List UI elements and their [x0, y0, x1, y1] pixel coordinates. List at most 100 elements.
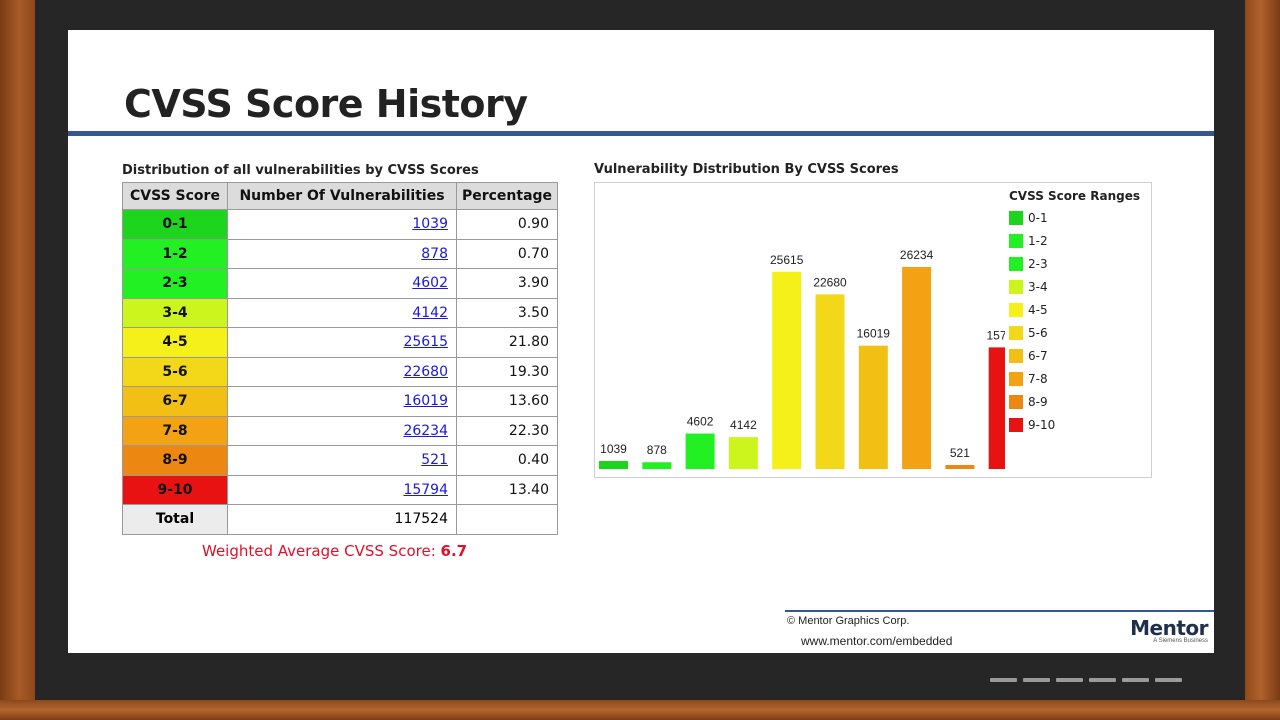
chart-container: 1039 878 4602 4142 25615 22680 16019 26234 521 15… [594, 182, 1152, 478]
vulnerability-count-cell: 521 [227, 445, 457, 476]
percentage-cell: 3.90 [456, 268, 558, 299]
vulnerability-count-cell: 15794 [227, 474, 457, 505]
header-percentage: Percentage [456, 182, 558, 210]
chart-bar-2-3 [685, 433, 715, 469]
chart-legend: CVSS Score Ranges 0-1 1-2 2-3 3-4 4-5 5-6 6-7 7… [1009, 189, 1140, 436]
score-range-cell: 9-10 [122, 474, 228, 505]
mentor-logo: Mentor A Siemens Business [1108, 616, 1208, 644]
percentage-cell: 19.30 [456, 356, 558, 387]
weighted-average-value: 6.7 [440, 542, 468, 560]
legend-item: 3-4 [1009, 275, 1140, 298]
legend-title: CVSS Score Ranges [1009, 189, 1141, 203]
table-row: 5-6 22680 19.30 [122, 356, 558, 387]
progress-dash [990, 678, 1017, 682]
vulnerability-count-cell: 4142 [227, 297, 457, 328]
chart-data-label: 26234 [900, 248, 934, 262]
chart-data-label: 878 [647, 443, 667, 457]
legend-swatch [1009, 371, 1023, 386]
vulnerability-count-link[interactable]: 25615 [403, 334, 448, 350]
legend-swatch [1009, 256, 1023, 271]
table-row: 9-10 15794 13.40 [122, 474, 558, 505]
table-total-row: Total 117524 [122, 504, 558, 535]
slide-progress-dashes [990, 678, 1182, 682]
vulnerability-count-link[interactable]: 878 [421, 246, 448, 262]
score-range-cell: 0-1 [122, 209, 228, 240]
copyright-text: © Mentor Graphics Corp. [787, 615, 910, 627]
vulnerability-count-link[interactable]: 16019 [403, 393, 448, 409]
vulnerability-count-cell: 25615 [227, 327, 457, 358]
vulnerability-count-link[interactable]: 521 [421, 452, 448, 468]
percentage-cell: 22.30 [456, 415, 558, 446]
legend-item: 4-5 [1009, 298, 1140, 321]
legend-item: 2-3 [1009, 252, 1140, 275]
legend-label: 0-1 [1028, 210, 1048, 225]
total-label: Total [122, 504, 228, 535]
table-row: 6-7 16019 13.60 [122, 386, 558, 417]
legend-label: 9-10 [1028, 417, 1056, 432]
bar-chart: 1039 878 4602 4142 25615 22680 16019 26234 521 15… [599, 248, 1020, 469]
slide-title: CVSS Score History [124, 82, 528, 126]
total-value: 117524 [227, 504, 457, 535]
legend-item: 1-2 [1009, 229, 1140, 252]
header-cvss-score: CVSS Score [122, 182, 228, 210]
chart-data-label: 1039 [600, 442, 627, 456]
frame-bottom-edge [0, 700, 1280, 720]
slide: CVSS Score History Distribution of all v… [68, 30, 1214, 653]
chart-bar-6-7 [858, 345, 888, 469]
progress-dash [1089, 678, 1116, 682]
vulnerability-count-link[interactable]: 1039 [412, 216, 448, 232]
chart-bar-8-9 [945, 464, 975, 469]
percentage-cell: 0.90 [456, 209, 558, 240]
chart-bar-7-8 [902, 267, 932, 469]
legend-label: 6-7 [1028, 348, 1048, 363]
legend-label: 1-2 [1028, 233, 1048, 248]
vulnerability-count-link[interactable]: 4142 [412, 305, 448, 321]
table-caption: Distribution of all vulnerabilities by C… [122, 163, 479, 178]
logo-subtext: A Siemens Business [1153, 638, 1208, 644]
legend-swatch [1009, 348, 1023, 363]
vulnerability-count-cell: 22680 [227, 356, 457, 387]
table-body: 0-1 1039 0.90 1-2 878 0.70 2-3 4602 3.90 3-4 4142 3… [122, 209, 558, 505]
table-row: 8-9 521 0.40 [122, 445, 558, 476]
legend-label: 7-8 [1028, 371, 1048, 386]
vulnerability-count-cell: 1039 [227, 209, 457, 240]
vulnerability-count-cell: 4602 [227, 268, 457, 299]
logo-text: Mentor [1130, 616, 1208, 640]
percentage-cell: 21.80 [456, 327, 558, 358]
score-range-cell: 5-6 [122, 356, 228, 387]
score-range-cell: 8-9 [122, 445, 228, 476]
chart-title: Vulnerability Distribution By CVSS Score… [594, 162, 899, 177]
header-number-of-vulnerabilities: Number Of Vulnerabilities [227, 182, 457, 210]
percentage-cell: 13.40 [456, 474, 558, 505]
chart-data-label: 16019 [857, 327, 891, 341]
vulnerability-count-link[interactable]: 22680 [403, 364, 448, 380]
vulnerability-count-link[interactable]: 15794 [403, 482, 448, 498]
table-row: 3-4 4142 3.50 [122, 297, 558, 328]
score-range-cell: 2-3 [122, 268, 228, 299]
legend-item: 8-9 [1009, 390, 1140, 413]
vulnerability-count-link[interactable]: 4602 [412, 275, 448, 291]
table-row: 2-3 4602 3.90 [122, 268, 558, 299]
legend-swatch [1009, 417, 1023, 432]
vulnerability-count-cell: 26234 [227, 415, 457, 446]
legend-item: 9-10 [1009, 413, 1140, 436]
legend-label: 2-3 [1028, 256, 1048, 271]
chart-data-label: 4602 [687, 415, 714, 429]
chart-data-label: 4142 [730, 418, 757, 432]
legend-swatch [1009, 210, 1023, 225]
score-range-cell: 1-2 [122, 238, 228, 269]
percentage-cell: 3.50 [456, 297, 558, 328]
vulnerability-count-link[interactable]: 26234 [403, 423, 448, 439]
legend-swatch [1009, 325, 1023, 340]
weighted-average-label: Weighted Average CVSS Score: [202, 542, 436, 560]
score-range-cell: 6-7 [122, 386, 228, 417]
table-row: 1-2 878 0.70 [122, 238, 558, 269]
table-row: 7-8 26234 22.30 [122, 415, 558, 446]
legend-label: 4-5 [1028, 302, 1048, 317]
progress-dash [1023, 678, 1050, 682]
progress-dash [1122, 678, 1149, 682]
legend-items: 0-1 1-2 2-3 3-4 4-5 5-6 6-7 7-8 8-9 9-10 [1009, 206, 1140, 436]
vulnerability-count-cell: 878 [227, 238, 457, 269]
score-range-cell: 7-8 [122, 415, 228, 446]
legend-swatch [1009, 279, 1023, 294]
